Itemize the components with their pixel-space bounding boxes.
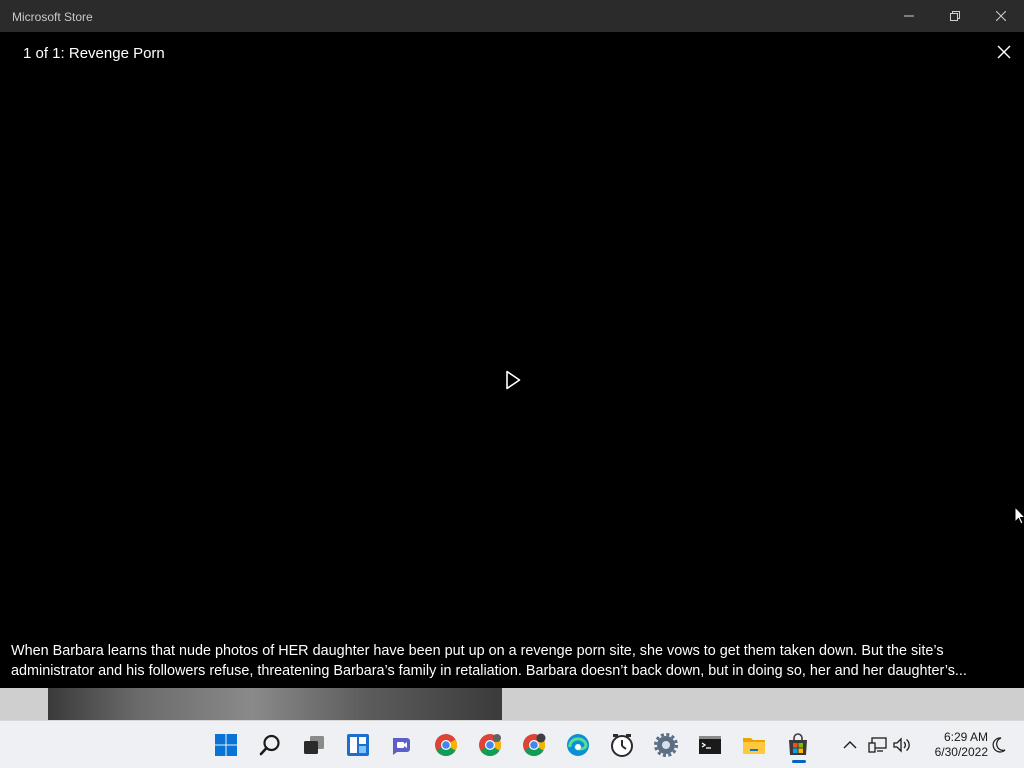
restore-button[interactable] [932,0,978,32]
store-page-background [0,688,1024,720]
media-viewer: 1 of 1: Revenge Porn When Barbara learns… [0,32,1024,688]
description-line: administrator and his followers refuse, … [11,663,967,679]
start-button[interactable] [210,729,242,761]
chrome-profile-badge-icon [523,733,546,756]
screenshot-thumbnail[interactable] [48,688,502,720]
clock-app-button[interactable] [606,729,638,761]
start-icon [215,734,237,756]
volume-button[interactable] [892,735,912,755]
clock-date: 6/30/2022 [934,745,988,759]
description-line: When Barbara learns that nude photos of … [11,643,944,659]
settings-button[interactable] [650,729,682,761]
edge-button[interactable] [562,729,594,761]
close-icon [996,11,1006,21]
widgets-icon [347,734,369,756]
search-icon [259,734,280,756]
volume-icon [893,737,910,753]
moon-icon [992,737,1006,753]
restore-icon [950,11,960,21]
settings-icon [654,733,678,757]
chrome-profile-button[interactable] [474,729,506,761]
close-window-button[interactable] [978,0,1024,32]
play-icon [506,370,521,390]
clock-app-icon [611,734,633,757]
terminal-icon [699,736,721,754]
show-hidden-icons-button[interactable] [840,735,860,755]
search-button[interactable] [254,729,286,761]
chrome-profile-icon [479,734,501,756]
chrome-profile-badge-button[interactable] [518,729,550,761]
task-view-icon [304,736,324,754]
viewer-title: 1 of 1: Revenge Porn [23,45,165,62]
taskbar: 6:29 AM 6/30/2022 [0,720,1024,768]
file-explorer-button[interactable] [738,729,770,761]
teams-chat-button[interactable] [386,729,418,761]
window-titlebar: Microsoft Store [0,0,1024,32]
mouse-cursor-icon [1014,506,1024,525]
focus-assist-button[interactable] [988,735,1008,755]
terminal-button[interactable] [694,729,726,761]
chrome-button[interactable] [430,729,462,761]
minimize-icon [904,15,914,17]
file-explorer-icon [743,738,765,754]
chevron-up-icon [843,741,857,749]
close-icon [997,45,1011,59]
clock-time: 6:29 AM [943,730,988,744]
minimize-button[interactable] [886,0,932,32]
chrome-icon [435,734,457,756]
widgets-button[interactable] [342,729,374,761]
teams-chat-icon [393,738,410,755]
play-button[interactable] [500,366,526,394]
trailer-description: When Barbara learns that nude photos of … [11,641,1013,681]
microsoft-store-button[interactable] [782,729,814,763]
system-clock[interactable]: 6:29 AM 6/30/2022 [918,730,988,760]
network-icon [868,737,887,753]
microsoft-store-icon [789,733,807,755]
task-view-button[interactable] [298,729,330,761]
edge-icon [567,734,589,756]
window-title: Microsoft Store [12,10,93,24]
network-button[interactable] [868,735,888,755]
close-viewer-button[interactable] [992,40,1016,64]
